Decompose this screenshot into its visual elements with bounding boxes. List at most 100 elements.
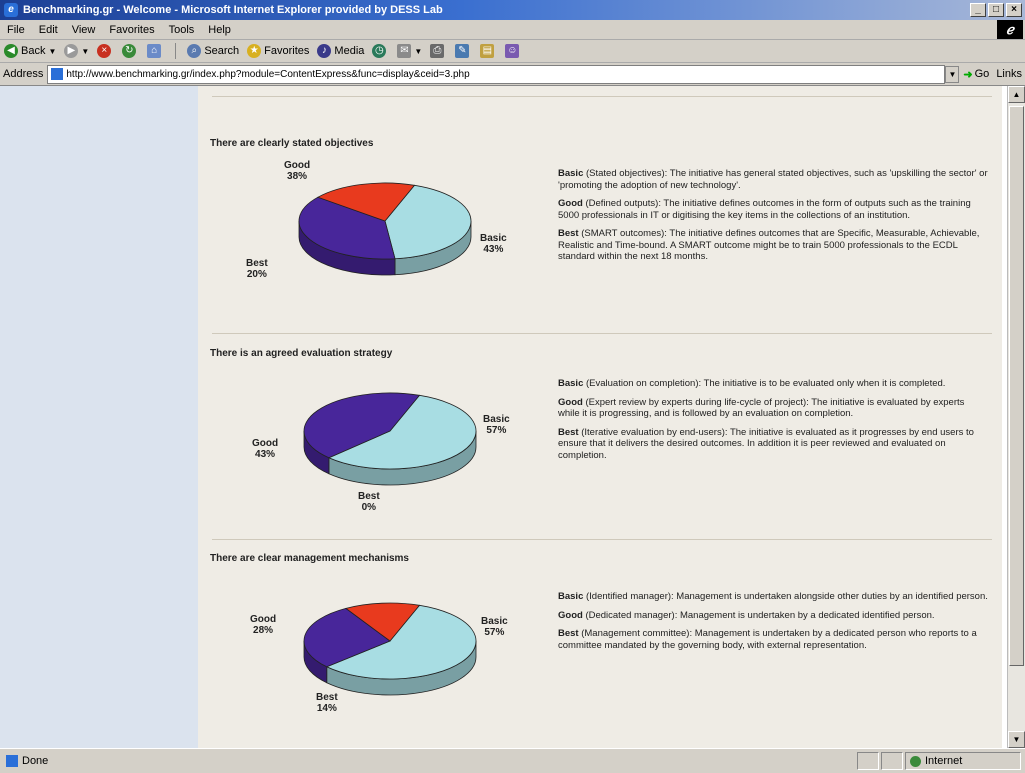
mail-icon: ✉	[397, 44, 412, 58]
desc-good: Good (Dedicated manager): Management is …	[558, 609, 935, 621]
search-icon: ⌕	[187, 44, 202, 58]
description-block: Basic (Stated objectives): The initiativ…	[558, 168, 988, 270]
discuss-icon: ▤	[480, 44, 495, 58]
menu-help[interactable]: Help	[201, 24, 238, 36]
pie-label-best: Best 14%	[316, 692, 338, 714]
stop-icon: ×	[97, 44, 112, 58]
print-icon: ⎙	[430, 44, 445, 58]
forward-dropdown-icon[interactable]: ▼	[81, 47, 89, 56]
pie-label-good: Good 38%	[284, 160, 311, 182]
back-button[interactable]: ◀ Back ▼	[0, 44, 60, 58]
description-block: Basic (Identified manager): Management i…	[558, 591, 988, 658]
back-dropdown-icon[interactable]: ▼	[48, 47, 56, 56]
address-url[interactable]: http://www.benchmarking.gr/index.php?mod…	[66, 69, 469, 80]
address-dropdown-icon[interactable]: ▼	[945, 65, 960, 83]
pie-chart	[303, 602, 477, 696]
status-cell	[857, 752, 879, 770]
page-icon	[51, 68, 64, 80]
search-label: Search	[204, 45, 240, 57]
zone-label: Internet	[925, 755, 963, 767]
menu-favorites[interactable]: Favorites	[102, 24, 161, 36]
security-zone: Internet	[905, 752, 1021, 770]
pie-label-basic: Basic 57%	[483, 414, 510, 436]
scroll-down-icon[interactable]: ▼	[1008, 731, 1025, 748]
print-button[interactable]: ⎙	[426, 44, 451, 58]
section-heading: There are clearly stated objectives	[210, 138, 374, 149]
status-text: Done	[22, 755, 49, 767]
home-icon: ⌂	[147, 44, 162, 58]
section-divider	[212, 96, 992, 97]
close-button[interactable]: ×	[1006, 3, 1022, 17]
address-label: Address	[3, 68, 44, 80]
go-button[interactable]: ➜ Go	[959, 68, 993, 81]
section-divider	[212, 333, 992, 334]
desc-basic: Basic (Stated objectives): The initiativ…	[558, 168, 988, 191]
back-arrow-icon: ◀	[4, 44, 18, 58]
edit-icon: ✎	[455, 44, 470, 58]
desc-good: Good (Expert review by experts during li…	[558, 396, 965, 420]
refresh-button[interactable]: ↻	[118, 44, 143, 58]
desc-best: Best (Iterative evaluation by end-users)…	[558, 426, 974, 461]
address-field[interactable]: http://www.benchmarking.gr/index.php?mod…	[47, 64, 946, 84]
section-heading: There are clear management mechanisms	[210, 553, 409, 564]
pie-chart	[298, 182, 472, 276]
desc-best: Best (SMART outcomes): The initiative de…	[558, 228, 980, 262]
menu-tools[interactable]: Tools	[162, 24, 202, 36]
vertical-scrollbar[interactable]: ▲ ▼	[1007, 86, 1025, 748]
page-viewport: There are clearly stated objectives Good…	[0, 86, 1025, 748]
favorites-button[interactable]: ★ Favorites	[243, 44, 313, 58]
pie-label-good: Good 28%	[250, 614, 277, 636]
desc-basic: Basic (Identified manager): Management i…	[558, 591, 988, 602]
discuss-button[interactable]: ▤	[476, 44, 501, 58]
forward-arrow-icon: ▶	[64, 44, 79, 58]
scroll-thumb[interactable]	[1009, 106, 1024, 666]
favorites-label: Favorites	[264, 45, 310, 57]
section-divider	[212, 539, 992, 540]
content-area: There are clearly stated objectives Good…	[198, 86, 1002, 748]
home-button[interactable]: ⌂	[143, 44, 168, 58]
pie-label-basic: Basic 57%	[481, 616, 508, 638]
scroll-up-icon[interactable]: ▲	[1008, 86, 1025, 103]
desc-good: Good (Defined outputs): The initiative d…	[558, 198, 971, 221]
media-icon: ♪	[317, 44, 332, 58]
pie-label-best: Best 0%	[358, 491, 380, 513]
mail-button[interactable]: ✉ ▼	[393, 44, 426, 58]
status-cell	[881, 752, 903, 770]
windows-logo-icon: ℯ	[997, 20, 1023, 39]
mail-dropdown-icon[interactable]: ▼	[414, 47, 422, 56]
refresh-icon: ↻	[122, 44, 137, 58]
menu-view[interactable]: View	[65, 24, 103, 36]
back-label: Back	[21, 45, 46, 57]
description-block: Basic (Evaluation on completion): The in…	[558, 378, 988, 468]
title-bar: e Benchmarking.gr - Welcome - Microsoft …	[0, 0, 1025, 20]
menu-edit[interactable]: Edit	[32, 24, 65, 36]
search-button[interactable]: ⌕ Search	[183, 44, 243, 58]
menu-bar: File Edit View Favorites Tools Help ℯ	[0, 20, 1025, 40]
maximize-button[interactable]: □	[988, 3, 1004, 17]
history-button[interactable]: ◷	[368, 44, 393, 58]
messenger-button[interactable]: ☺	[501, 44, 526, 58]
forward-button[interactable]: ▶ ▼	[60, 44, 93, 58]
history-icon: ◷	[372, 44, 387, 58]
desc-basic: Basic (Evaluation on completion): The in…	[558, 378, 946, 389]
edit-button[interactable]: ✎	[451, 44, 476, 58]
go-arrow-icon: ➜	[963, 68, 973, 81]
menu-file[interactable]: File	[0, 24, 32, 36]
status-bar: Done Internet	[0, 748, 1025, 773]
links-button[interactable]: Links	[993, 68, 1025, 80]
media-button[interactable]: ♪ Media	[313, 44, 368, 58]
address-bar: Address http://www.benchmarking.gr/index…	[0, 63, 1025, 86]
messenger-icon: ☺	[505, 44, 520, 58]
window-title: Benchmarking.gr - Welcome - Microsoft In…	[23, 4, 443, 16]
minimize-button[interactable]: _	[970, 3, 986, 17]
go-label: Go	[974, 68, 990, 80]
pie-label-best: Best 20%	[246, 258, 268, 280]
toolbar-separator	[175, 43, 177, 59]
pie-label-basic: Basic 43%	[480, 233, 507, 255]
favorites-star-icon: ★	[247, 44, 262, 58]
stop-button[interactable]: ×	[93, 44, 118, 58]
standard-toolbar: ◀ Back ▼ ▶ ▼ × ↻ ⌂ ⌕ Search ★ Favorites …	[0, 40, 1025, 63]
internet-globe-icon	[910, 755, 921, 767]
section-heading: There is an agreed evaluation strategy	[210, 348, 393, 359]
page-done-icon	[6, 755, 18, 767]
